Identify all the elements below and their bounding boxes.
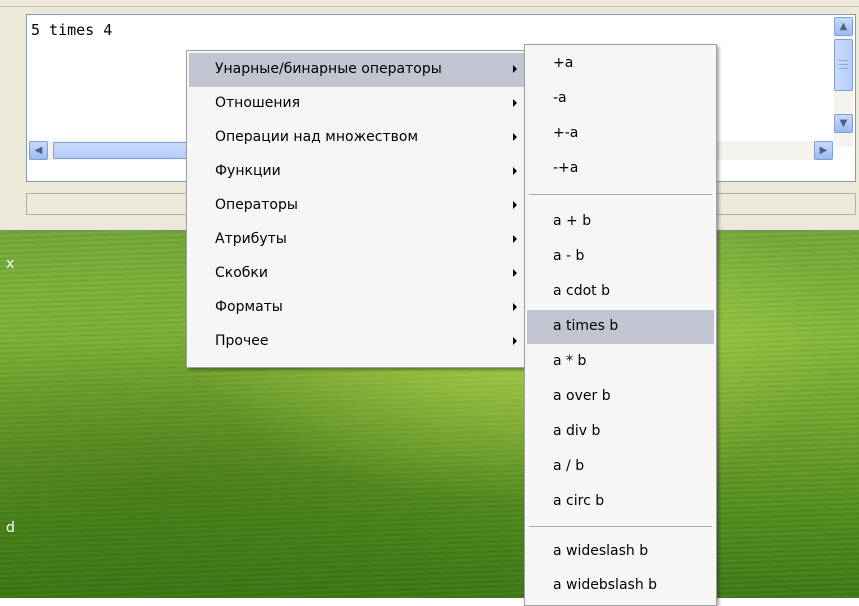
desktop-icon-label[interactable]: x [6,256,14,272]
vertical-scrollbar[interactable]: ▲ ▼ [834,17,853,147]
chevron-up-icon[interactable]: ▲ [834,17,853,36]
vertical-scroll-thumb[interactable] [834,39,853,91]
submenu-item[interactable]: -a [527,82,714,116]
submenu-item-label: a + b [553,213,592,229]
submenu-arrow-icon [513,133,517,141]
menu-item-label: Операторы [215,197,298,213]
menu-item-other[interactable]: Прочее [189,325,525,359]
submenu-item[interactable]: a wideslash b [527,535,714,569]
submenu-item[interactable]: a - b [527,240,714,274]
submenu-item-label: +a [553,55,574,71]
submenu-item-label: a div b [553,423,601,439]
submenu-item-label: +-a [553,125,579,141]
formula-text[interactable]: 5 times 4 [31,21,112,39]
context-menu: Унарные/бинарные операторы Отношения Опе… [186,50,528,368]
submenu-item[interactable]: a / b [527,450,714,484]
submenu-item-label: a wideslash b [553,543,649,559]
submenu-arrow-icon [513,303,517,311]
menu-item-label: Отношения [215,95,300,111]
menu-item-label: Атрибуты [215,231,287,247]
menu-item-label: Функции [215,163,281,179]
menu-item-set-operations[interactable]: Операции над множеством [189,121,525,155]
submenu-item-label: a widebslash b [553,577,658,593]
submenu-item-label: a over b [553,388,611,404]
submenu-unary-binary: +a -a +-a -+a a + b a - b a cdot b a tim… [524,44,717,606]
chevron-down-icon[interactable]: ▼ [834,114,853,133]
menu-item-label: Операции над множеством [215,129,419,145]
submenu-item[interactable]: -+a [527,152,714,186]
submenu-arrow-icon [513,65,517,73]
submenu-item[interactable]: a + b [527,205,714,239]
menu-item-unary-binary[interactable]: Унарные/бинарные операторы [189,53,525,87]
menu-separator [529,526,712,527]
submenu-arrow-icon [513,201,517,209]
menu-item-formats[interactable]: Форматы [189,291,525,325]
desktop-icon-label[interactable]: d [6,520,15,536]
submenu-arrow-icon [513,167,517,175]
submenu-item-label: -+a [553,160,579,176]
submenu-item-label: a / b [553,458,585,474]
menu-item-label: Унарные/бинарные операторы [215,61,442,77]
menu-item-brackets[interactable]: Скобки [189,257,525,291]
menu-item-functions[interactable]: Функции [189,155,525,189]
menu-separator [529,194,712,195]
horizontal-scroll-thumb[interactable] [53,142,195,159]
submenu-item-selected[interactable]: a times b [527,310,714,344]
submenu-item-label: a times b [553,318,619,334]
submenu-arrow-icon [513,269,517,277]
submenu-item[interactable]: +-a [527,117,714,151]
menu-item-label: Форматы [215,299,283,315]
menu-item-attributes[interactable]: Атрибуты [189,223,525,257]
menu-item-label: Скобки [215,265,268,281]
submenu-item[interactable]: a cdot b [527,275,714,309]
submenu-item-label: a * b [553,353,587,369]
chevron-left-icon[interactable]: ◀ [29,141,48,160]
submenu-item-label: a circ b [553,493,605,509]
submenu-item[interactable]: a * b [527,345,714,379]
submenu-item[interactable]: a over b [527,380,714,414]
submenu-arrow-icon [513,99,517,107]
menu-item-label: Прочее [215,333,269,349]
menu-item-operators[interactable]: Операторы [189,189,525,223]
submenu-arrow-icon [513,235,517,243]
chevron-right-icon[interactable]: ▶ [814,141,833,160]
menu-item-relations[interactable]: Отношения [189,87,525,121]
submenu-item-label: a - b [553,248,585,264]
submenu-arrow-icon [513,337,517,345]
submenu-item[interactable]: a circ b [527,485,714,519]
submenu-item-label: -a [553,90,567,106]
submenu-item[interactable]: a div b [527,415,714,449]
submenu-item[interactable]: +a [527,47,714,81]
submenu-item-label: a cdot b [553,283,611,299]
